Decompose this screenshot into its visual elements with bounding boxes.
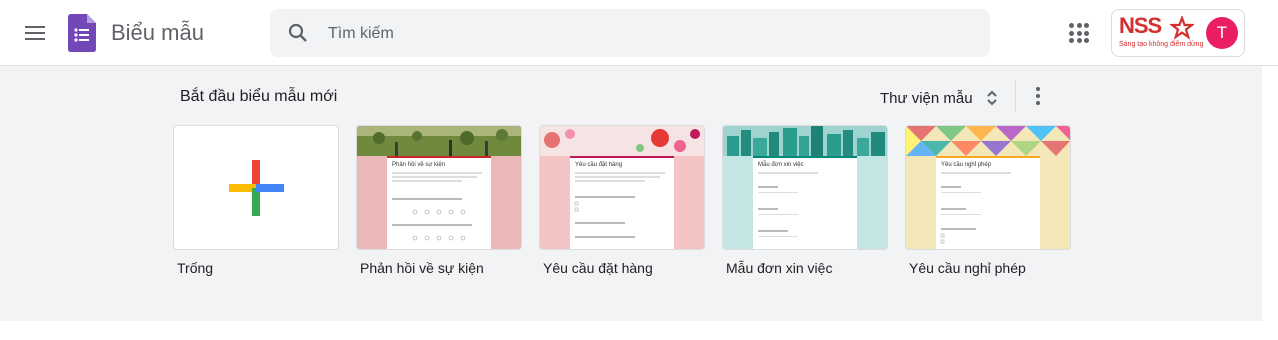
scrollbar-track[interactable]	[1262, 66, 1278, 340]
menu-icon[interactable]	[20, 18, 50, 48]
app-title[interactable]: Biểu mẫu	[111, 20, 204, 46]
template-card-event-feedback[interactable]: Phản hồi về sự kiện Phản hồi về sự kiện	[356, 125, 522, 276]
template-thumbnail[interactable]: Mẫu đơn xin việc	[722, 125, 888, 250]
template-label: Mẫu đơn xin việc	[726, 260, 833, 276]
template-card-leave-request[interactable]: Yêu cầu nghỉ phép Yêu cầu nghỉ phép	[905, 125, 1071, 276]
template-label: Yêu cầu nghỉ phép	[909, 260, 1026, 276]
gallery-title: Bắt đầu biểu mẫu mới	[180, 88, 338, 105]
template-gallery: Bắt đầu biểu mẫu mới Thư viện mẫu Trống	[0, 66, 1262, 321]
template-card-order-request[interactable]: Yêu cầu đặt hàng Yêu cầu đặt hàng	[539, 125, 705, 276]
brand-name: NSS	[1119, 13, 1162, 38]
search-icon[interactable]	[286, 21, 310, 45]
template-library-label: Thư viện mẫu	[880, 89, 973, 107]
template-thumbnail[interactable]	[173, 125, 339, 250]
avatar[interactable]: T	[1206, 17, 1238, 49]
more-vert-icon[interactable]	[1026, 84, 1050, 108]
template-thumbnail[interactable]: Yêu cầu nghỉ phép	[905, 125, 1071, 250]
star-icon	[1170, 16, 1194, 40]
sort-arrows-icon	[986, 90, 997, 106]
preview-title: Phản hồi về sự kiện	[392, 162, 445, 168]
divider	[1015, 80, 1016, 112]
template-card-blank[interactable]: Trống	[173, 125, 339, 276]
template-card-job-application[interactable]: Mẫu đơn xin việc Mẫu đơn xin việc	[722, 125, 888, 276]
template-label: Trống	[177, 260, 214, 276]
plus-icon	[229, 160, 284, 216]
preview-title: Yêu cầu nghỉ phép	[941, 161, 992, 168]
search-bar[interactable]	[270, 9, 990, 57]
template-library-button[interactable]: Thư viện mẫu	[870, 80, 1009, 116]
search-input[interactable]	[326, 19, 970, 49]
apps-grid-icon[interactable]	[1067, 21, 1091, 45]
template-label: Phản hồi về sự kiện	[360, 260, 484, 276]
preview-title: Mẫu đơn xin việc	[758, 161, 804, 168]
top-bar: Biểu mẫu NSS Sáng tạo không điểm dừng T	[0, 0, 1278, 66]
account-switcher[interactable]: NSS Sáng tạo không điểm dừng T	[1111, 9, 1245, 57]
template-thumbnail[interactable]: Yêu cầu đặt hàng	[539, 125, 705, 250]
template-label: Yêu cầu đặt hàng	[543, 260, 653, 276]
brand-tagline: Sáng tạo không điểm dừng	[1119, 41, 1204, 48]
template-thumbnail[interactable]: Phản hồi về sự kiện	[356, 125, 522, 250]
preview-title: Yêu cầu đặt hàng	[575, 162, 622, 168]
forms-logo-icon[interactable]	[68, 14, 96, 52]
